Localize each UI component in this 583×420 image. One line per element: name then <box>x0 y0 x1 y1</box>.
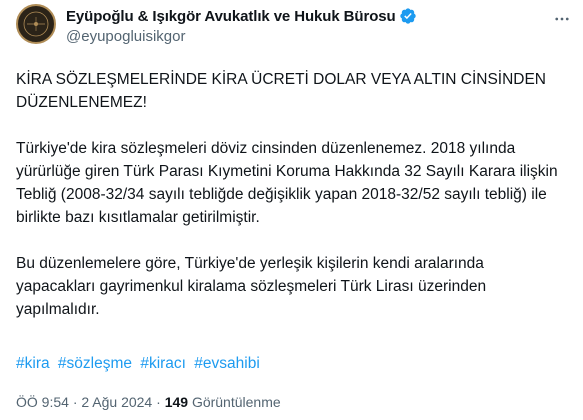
hashtag-link[interactable]: #kiracı <box>140 355 186 372</box>
tweet: Eyüpoğlu & Işıkgör Avukatlık ve Hukuk Bü… <box>0 0 583 420</box>
views-count: 149 <box>164 394 189 410</box>
hashtag-link[interactable]: #sözleşme <box>58 355 132 372</box>
meta-separator: · <box>156 394 161 410</box>
tweet-headline: KİRA SÖZLEŞMELERİNDE KİRA ÜCRETİ DOLAR V… <box>16 71 547 111</box>
tweet-time[interactable]: ÖÖ 9:54 <box>16 394 69 410</box>
avatar[interactable] <box>16 4 56 44</box>
tweet-date[interactable]: 2 Ağu 2024 <box>81 394 152 410</box>
author-handle[interactable]: @eyupogluisikgor <box>66 28 185 45</box>
tweet-text: KİRA SÖZLEŞMELERİNDE KİRA ÜCRETİ DOLAR V… <box>16 68 564 344</box>
hashtag-link[interactable]: #kira <box>16 355 50 372</box>
views-label: Görüntülenme <box>191 394 281 410</box>
meta-separator: · <box>72 394 78 410</box>
hashtag-list: #kira #sözleşme #kiracı #evsahibi <box>16 355 264 373</box>
more-options-icon[interactable] <box>553 10 571 28</box>
law-firm-logo-icon <box>23 11 49 37</box>
tweet-paragraph: Türkiye'de kira sözleşmeleri döviz cinsi… <box>16 140 558 226</box>
tweet-paragraph: Bu düzenlemelere göre, Türkiye'de yerleş… <box>16 255 487 318</box>
verified-badge-icon <box>399 8 416 24</box>
hashtag-link[interactable]: #evsahibi <box>194 355 260 372</box>
author-name[interactable]: Eyüpoğlu & Işıkgör Avukatlık ve Hukuk Bü… <box>66 8 396 25</box>
tweet-meta: ÖÖ 9:54 · 2 Ağu 2024 · 149 Görüntülenme <box>16 394 281 410</box>
author-name-line: Eyüpoğlu & Işıkgör Avukatlık ve Hukuk Bü… <box>66 6 417 26</box>
